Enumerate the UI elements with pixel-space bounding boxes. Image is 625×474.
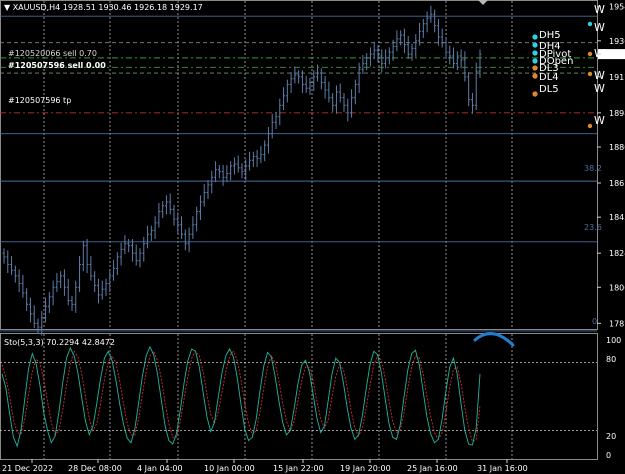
price-tick-label: 1954 (609, 3, 625, 12)
price-tick-label: 1824 (609, 249, 625, 258)
price-tick-label: 1880 (609, 143, 625, 152)
order-sell-label[interactable]: #120507596 sell 0.00 (8, 61, 106, 70)
pivot-dot (587, 71, 593, 77)
right-w-markers: W W W W W W (587, 3, 605, 129)
time-tick-label: 25 Jan 16:00 (407, 464, 458, 473)
pivot-dot (532, 42, 538, 48)
drawing-arc[interactable] (473, 332, 515, 347)
stoch-level-80: 80 (606, 355, 616, 364)
pivot-label-dl5: DL5 (539, 84, 559, 95)
chevron-down-icon[interactable] (478, 0, 488, 5)
w-marker: W (594, 69, 605, 82)
stochastic-axis: 100 80 20 0 (606, 336, 621, 460)
price-tick-label: 1806 (609, 283, 625, 292)
symbol-header[interactable]: ▼ XAUUSD,H4 1928.51 1930.46 1926.18 1929… (4, 3, 203, 12)
order-sell-label[interactable]: #120520066 sell 0.70 (8, 49, 97, 58)
time-tick-label: 4 Jan 04:00 (137, 464, 183, 473)
w-marker: W (594, 82, 605, 95)
pivot-label-dl4: DL4 (539, 72, 559, 83)
pivot-labels: DH5 DH4 DPivot DOpen DL3 DL4 DL5 (532, 30, 573, 97)
stoch-level-0: 0 (606, 451, 611, 460)
time-axis: 21 Dec 2022 28 Dec 08:00 4 Jan 04:00 10 Jan… (2, 459, 528, 473)
stoch-level-20: 20 (606, 432, 616, 441)
fib-label-23: 23.6 (584, 223, 602, 232)
fib-label-0: 0 (592, 317, 597, 326)
price-tick-label: 1936 (609, 37, 625, 46)
stochastic-signal-line (1, 350, 481, 443)
stochastic-main-line (1, 345, 481, 448)
indicator-frame (0, 333, 598, 460)
time-tick-label: 10 Jan 00:00 (204, 464, 255, 473)
pivot-label-dh5: DH5 (539, 30, 561, 41)
price-tick-label: 1929 (609, 50, 625, 59)
pivot-dot (532, 73, 538, 79)
w-marker: W (594, 114, 605, 127)
pivot-dot (532, 65, 538, 71)
pivot-dot (532, 91, 538, 97)
trading-chart[interactable]: ▼ XAUUSD,H4 1928.51 1930.46 1926.18 1929… (0, 0, 625, 474)
stochastic-lines (1, 345, 481, 448)
price-tick-label: 1898 (609, 109, 625, 118)
price-tick-label: 1843 (609, 213, 625, 222)
time-tick-label: 19 Jan 20:00 (340, 464, 391, 473)
pivot-dot (587, 51, 593, 57)
pivot-dot (587, 21, 593, 27)
price-tick-label: 1787 (609, 319, 625, 328)
time-tick-label: 15 Jan 22:00 (273, 464, 324, 473)
w-marker: W (594, 21, 605, 34)
w-marker: W (594, 3, 605, 16)
pivot-dot (532, 50, 538, 56)
fib-label-38: 38.2 (584, 164, 602, 173)
pivot-dot (587, 123, 593, 129)
stochastic-label: Sto(5,3,3) 70.2294 42.8472 (4, 338, 115, 347)
time-tick-label: 21 Dec 2022 (2, 464, 53, 473)
stoch-level-100: 100 (606, 336, 621, 345)
time-tick-label: 28 Dec 08:00 (68, 464, 122, 473)
time-tick-label: 31 Jan 16:00 (477, 464, 528, 473)
order-tp-label[interactable]: #120507596 tp (8, 96, 71, 105)
price-tick-label: 1861 (609, 179, 625, 188)
price-tick-label: 1917 (609, 73, 625, 82)
pivot-dot (532, 58, 538, 64)
pivot-dot (532, 34, 538, 40)
